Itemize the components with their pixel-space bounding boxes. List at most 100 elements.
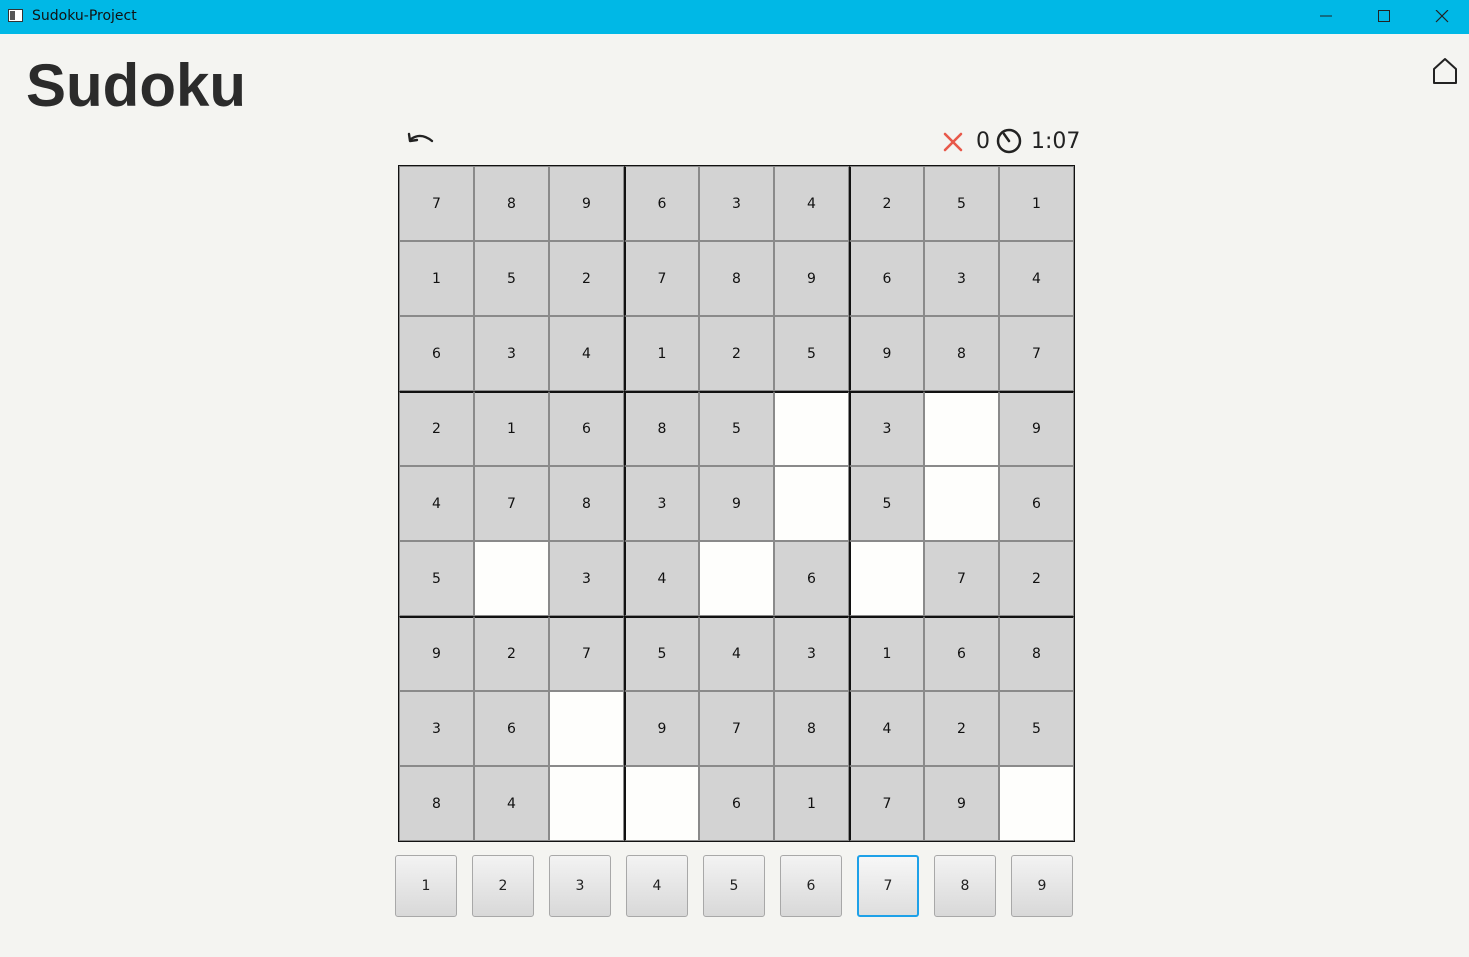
- board-cell[interactable]: 9: [924, 766, 999, 841]
- board-cell[interactable]: 4: [474, 766, 549, 841]
- board-cell[interactable]: 7: [849, 766, 924, 841]
- number-button-4[interactable]: 4: [626, 855, 688, 917]
- board-cell[interactable]: 3: [399, 691, 474, 766]
- board-cell[interactable]: 5: [699, 391, 774, 466]
- board-cell[interactable]: 5: [474, 241, 549, 316]
- board-cell[interactable]: 3: [849, 391, 924, 466]
- page-title: Sudoku: [26, 52, 246, 119]
- board-cell[interactable]: 3: [474, 316, 549, 391]
- number-button-7[interactable]: 7: [857, 855, 919, 917]
- board-cell[interactable]: 5: [624, 616, 699, 691]
- board-cell[interactable]: 7: [999, 316, 1074, 391]
- board-cell[interactable]: [999, 766, 1074, 841]
- board-cell[interactable]: 6: [849, 241, 924, 316]
- board-cell[interactable]: [924, 391, 999, 466]
- undo-button[interactable]: [406, 130, 436, 154]
- board-cell[interactable]: 1: [624, 316, 699, 391]
- timer-value: 1:07: [1031, 129, 1081, 154]
- sudoku-board: 7896342511527896346341259872168539478395…: [398, 165, 1075, 842]
- board-cell[interactable]: 9: [999, 391, 1074, 466]
- board-cell[interactable]: 4: [624, 541, 699, 616]
- board-cell[interactable]: 6: [399, 316, 474, 391]
- board-cell[interactable]: 6: [999, 466, 1074, 541]
- home-button[interactable]: [1431, 57, 1459, 85]
- board-cell[interactable]: 8: [399, 766, 474, 841]
- board-cell[interactable]: 4: [699, 616, 774, 691]
- board-cell[interactable]: 4: [399, 466, 474, 541]
- board-cell[interactable]: 7: [624, 241, 699, 316]
- board-cell[interactable]: [699, 541, 774, 616]
- board-cell[interactable]: 7: [924, 541, 999, 616]
- board-cell[interactable]: 6: [699, 766, 774, 841]
- board-cell[interactable]: 2: [699, 316, 774, 391]
- board-cell[interactable]: [774, 391, 849, 466]
- board-cell[interactable]: 6: [774, 541, 849, 616]
- board-cell[interactable]: 1: [474, 391, 549, 466]
- number-button-2[interactable]: 2: [472, 855, 534, 917]
- board-cell[interactable]: 6: [624, 166, 699, 241]
- close-icon: [1435, 10, 1449, 23]
- board-cell[interactable]: [549, 691, 624, 766]
- board-cell[interactable]: 8: [774, 691, 849, 766]
- board-cell[interactable]: [474, 541, 549, 616]
- board-cell[interactable]: 9: [774, 241, 849, 316]
- minimize-icon: [1320, 15, 1332, 17]
- board-cell[interactable]: 7: [549, 616, 624, 691]
- board-cell[interactable]: 1: [999, 166, 1074, 241]
- board-cell[interactable]: 1: [399, 241, 474, 316]
- board-cell[interactable]: 3: [924, 241, 999, 316]
- board-cell[interactable]: [924, 466, 999, 541]
- board-cell[interactable]: 2: [999, 541, 1074, 616]
- board-cell[interactable]: 8: [999, 616, 1074, 691]
- board-cell[interactable]: 3: [549, 541, 624, 616]
- board-cell[interactable]: 1: [774, 766, 849, 841]
- close-button[interactable]: [1413, 0, 1469, 34]
- board-cell[interactable]: 6: [549, 391, 624, 466]
- board-cell[interactable]: 6: [474, 691, 549, 766]
- board-cell[interactable]: [774, 466, 849, 541]
- number-button-3[interactable]: 3: [549, 855, 611, 917]
- board-cell[interactable]: 3: [699, 166, 774, 241]
- number-button-8[interactable]: 8: [934, 855, 996, 917]
- number-button-1[interactable]: 1: [395, 855, 457, 917]
- number-button-6[interactable]: 6: [780, 855, 842, 917]
- board-cell[interactable]: 5: [999, 691, 1074, 766]
- number-button-9[interactable]: 9: [1011, 855, 1073, 917]
- board-cell[interactable]: 8: [549, 466, 624, 541]
- board-cell[interactable]: 8: [699, 241, 774, 316]
- board-cell[interactable]: 5: [774, 316, 849, 391]
- board-cell[interactable]: 8: [924, 316, 999, 391]
- board-cell[interactable]: [549, 766, 624, 841]
- board-cell[interactable]: 9: [624, 691, 699, 766]
- board-cell[interactable]: 6: [924, 616, 999, 691]
- board-cell[interactable]: 2: [849, 166, 924, 241]
- board-cell[interactable]: 3: [624, 466, 699, 541]
- board-cell[interactable]: 5: [849, 466, 924, 541]
- board-cell[interactable]: 1: [849, 616, 924, 691]
- board-cell[interactable]: 2: [474, 616, 549, 691]
- board-cell[interactable]: 2: [399, 391, 474, 466]
- maximize-button[interactable]: [1355, 0, 1413, 34]
- board-cell[interactable]: 4: [549, 316, 624, 391]
- board-cell[interactable]: 7: [699, 691, 774, 766]
- board-cell[interactable]: 4: [849, 691, 924, 766]
- board-cell[interactable]: 5: [399, 541, 474, 616]
- board-cell[interactable]: 8: [624, 391, 699, 466]
- board-cell[interactable]: 4: [999, 241, 1074, 316]
- board-cell[interactable]: [624, 766, 699, 841]
- minimize-button[interactable]: [1297, 0, 1355, 34]
- board-cell[interactable]: 9: [399, 616, 474, 691]
- board-cell[interactable]: 2: [924, 691, 999, 766]
- board-cell[interactable]: 4: [774, 166, 849, 241]
- board-cell[interactable]: 9: [699, 466, 774, 541]
- board-cell[interactable]: 5: [924, 166, 999, 241]
- board-cell[interactable]: [849, 541, 924, 616]
- board-cell[interactable]: 8: [474, 166, 549, 241]
- board-cell[interactable]: 9: [549, 166, 624, 241]
- number-button-5[interactable]: 5: [703, 855, 765, 917]
- board-cell[interactable]: 7: [474, 466, 549, 541]
- board-cell[interactable]: 3: [774, 616, 849, 691]
- board-cell[interactable]: 9: [849, 316, 924, 391]
- board-cell[interactable]: 2: [549, 241, 624, 316]
- board-cell[interactable]: 7: [399, 166, 474, 241]
